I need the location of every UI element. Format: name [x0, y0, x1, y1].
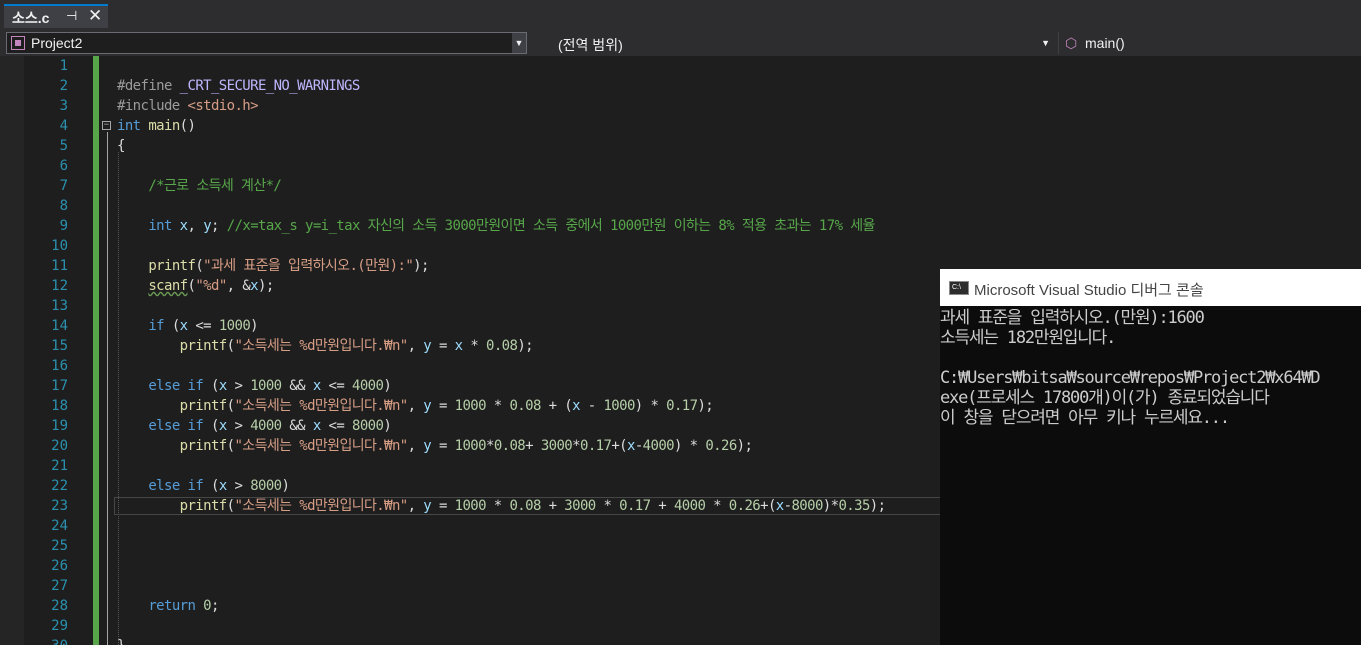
line-number: 4: [59, 118, 68, 134]
line-number: 14: [51, 318, 68, 334]
line-number: 12: [51, 278, 68, 294]
line-number: 15: [51, 338, 68, 354]
code-line[interactable]: }: [117, 636, 125, 645]
function-dropdown[interactable]: ⬡ main(): [1058, 32, 1361, 54]
line-number: 7: [59, 178, 68, 194]
line-number: 8: [59, 198, 68, 214]
line-number: 29: [51, 618, 68, 634]
project-dropdown[interactable]: Project2 ▼: [6, 32, 527, 54]
scope-dropdown[interactable]: (전역 범위) ▼: [532, 32, 1054, 54]
line-number: 1: [59, 58, 68, 74]
line-number: 30: [51, 636, 68, 645]
code-line[interactable]: else if (x > 8000): [117, 476, 290, 496]
line-number: 5: [59, 138, 68, 154]
outline-line: [107, 132, 108, 645]
code-line[interactable]: else if (x > 1000 && x <= 4000): [117, 376, 391, 396]
navigation-bar: Project2 ▼ (전역 범위) ▼ ⬡ main(): [0, 30, 1361, 56]
line-number: 11: [51, 258, 68, 274]
console-line: C:₩Users₩bitsa₩source₩repos₩Project2₩x64…: [940, 368, 1321, 388]
line-number: 24: [51, 518, 68, 534]
project-icon: [11, 36, 25, 50]
line-number: 9: [59, 218, 68, 234]
line-number: 18: [51, 398, 68, 414]
change-tracking-bar: [93, 56, 99, 645]
code-line[interactable]: int x, y; //x=tax_s y=i_tax 자신의 소득 3000만…: [117, 216, 875, 236]
code-line[interactable]: int main(): [117, 116, 196, 136]
console-line: exe(프로세스 17800개)이(가) 종료되었습니다: [940, 388, 1270, 408]
close-icon[interactable]: ✕: [88, 6, 102, 26]
document-tab-strip: 소스.c ⊣ ✕: [0, 0, 1361, 30]
line-number: 2: [59, 78, 68, 94]
line-number: 19: [51, 418, 68, 434]
code-line[interactable]: /*근로 소득세 계산*/: [117, 176, 282, 196]
code-line[interactable]: if (x <= 1000): [117, 316, 258, 336]
console-line: 과세 표준을 입력하시오.(만원):1600: [940, 308, 1205, 328]
line-number: 10: [51, 238, 68, 254]
console-icon: C:\: [949, 281, 969, 295]
code-line[interactable]: printf("소득세는 %d만원입니다.₩n", y = x * 0.08);: [117, 336, 534, 356]
console-title-bar[interactable]: C:\ Microsoft Visual Studio 디버그 콘솔: [940, 269, 1361, 306]
code-line[interactable]: printf("소득세는 %d만원입니다.₩n", y = 1000*0.08+…: [117, 436, 753, 456]
code-line[interactable]: printf("과세 표준을 입력하시오.(만원):");: [117, 256, 429, 276]
chevron-down-icon[interactable]: ▼: [512, 33, 526, 53]
code-line[interactable]: {: [117, 136, 125, 156]
tab-title: 소스.c: [12, 10, 50, 26]
code-line[interactable]: printf("소득세는 %d만원입니다.₩n", y = 1000 * 0.0…: [117, 496, 886, 516]
collapse-icon[interactable]: −: [102, 121, 111, 130]
line-number: 17: [51, 378, 68, 394]
debug-console-window[interactable]: C:\ Microsoft Visual Studio 디버그 콘솔 과세 표준…: [940, 269, 1361, 645]
code-line[interactable]: else if (x > 4000 && x <= 8000): [117, 416, 391, 436]
cube-icon: ⬡: [1065, 35, 1078, 51]
function-label: main(): [1085, 35, 1125, 51]
line-number: 25: [51, 538, 68, 554]
line-number: 6: [59, 158, 68, 174]
code-line[interactable]: printf("소득세는 %d만원입니다.₩n", y = 1000 * 0.0…: [117, 396, 714, 416]
code-line[interactable]: return 0;: [117, 596, 219, 616]
chevron-down-icon[interactable]: ▼: [1041, 32, 1050, 54]
console-title: Microsoft Visual Studio 디버그 콘솔: [974, 282, 1204, 299]
line-number: 26: [51, 558, 68, 574]
scope-label: (전역 범위): [558, 37, 623, 53]
line-number: 13: [51, 298, 68, 314]
line-number: 16: [51, 358, 68, 374]
line-number: 23: [51, 498, 68, 514]
tab-source-c[interactable]: 소스.c ⊣ ✕: [4, 4, 108, 28]
console-line: 이 창을 닫으려면 아무 키나 누르세요...: [940, 408, 1230, 428]
line-number: 20: [51, 438, 68, 454]
project-label: Project2: [31, 35, 83, 51]
code-line[interactable]: #include <stdio.h>: [117, 96, 259, 116]
console-line: 소득세는 182만원입니다.: [940, 328, 1116, 348]
line-number: 3: [59, 98, 68, 114]
line-number: 28: [51, 598, 68, 614]
line-number: 21: [51, 458, 68, 474]
code-line[interactable]: #define _CRT_SECURE_NO_WARNINGS: [117, 76, 360, 96]
line-number: 27: [51, 578, 68, 594]
indicator-margin: [0, 56, 24, 645]
line-number: 22: [51, 478, 68, 494]
code-line[interactable]: scanf("%d", &x);: [117, 276, 274, 296]
pin-icon[interactable]: ⊣: [66, 8, 77, 24]
